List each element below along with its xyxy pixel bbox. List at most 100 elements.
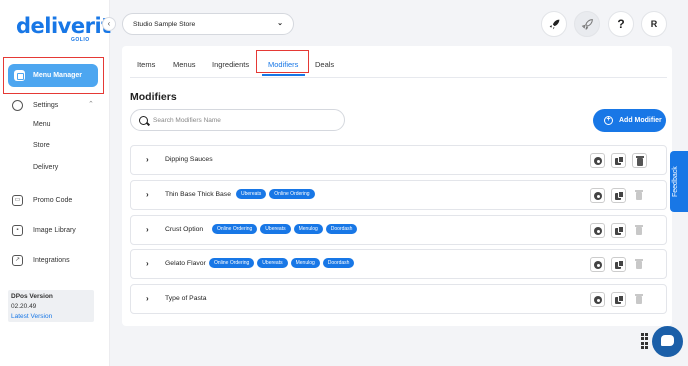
chevron-right-icon[interactable]: › — [146, 225, 149, 234]
sidebar-item-promo-code[interactable]: ▭ Promo Code — [12, 195, 72, 206]
settings-button[interactable] — [590, 292, 605, 307]
copy-icon-front — [618, 260, 624, 267]
settings-button[interactable] — [590, 223, 605, 238]
collapse-sidebar-button[interactable]: ‹ — [102, 17, 116, 31]
brand-logo[interactable]: deliverit — [16, 14, 111, 38]
copy-button[interactable] — [611, 223, 626, 238]
integrations-icon: ↗ — [12, 255, 23, 266]
channel-tag: Online Ordering — [212, 224, 258, 234]
channel-tag: Ubereats — [260, 224, 291, 234]
channel-tags: Ubereats Online Ordering — [236, 189, 315, 199]
channel-tag: Online Ordering — [209, 258, 255, 268]
tab-deals[interactable]: Deals — [315, 60, 334, 69]
menu-book-icon — [14, 70, 25, 81]
feedback-tab[interactable]: Feedback — [670, 151, 688, 212]
list-item[interactable]: › Type of Pasta — [130, 284, 667, 314]
help-button[interactable]: ? — [608, 11, 634, 37]
copy-icon-front — [618, 226, 624, 233]
grid-dots-icon[interactable] — [641, 333, 648, 349]
settings-button[interactable] — [590, 188, 605, 203]
settings-button[interactable] — [590, 257, 605, 272]
sidebar-item-label: Promo Code — [33, 197, 73, 204]
trash-icon — [636, 192, 642, 200]
chevron-right-icon[interactable]: › — [146, 259, 149, 268]
sidebar-subitem-menu[interactable]: Menu — [33, 121, 51, 128]
channel-tags: Online Ordering Ubereats Menulog Doordas… — [212, 224, 358, 234]
copy-button[interactable] — [611, 188, 626, 203]
sidebar-item-settings[interactable]: Settings — [12, 100, 58, 111]
search-input[interactable] — [153, 116, 333, 124]
store-select[interactable]: Studio Sample Store ⌄ — [122, 13, 294, 35]
plus-icon: + — [604, 116, 613, 125]
list-item[interactable]: › Gelato Flavor Online Ordering Ubereats… — [130, 249, 667, 279]
store-select-value: Studio Sample Store — [133, 20, 196, 28]
copy-button[interactable] — [611, 153, 626, 168]
page-title: Modifiers — [130, 91, 177, 103]
add-modifier-button[interactable]: + Add Modifier — [593, 109, 666, 132]
brand-sub-logo: GOLIO — [71, 37, 90, 43]
gear-icon — [594, 192, 602, 200]
delete-button[interactable] — [632, 292, 647, 307]
search-icon — [139, 115, 148, 125]
tab-ingredients[interactable]: Ingredients — [212, 60, 249, 69]
chevron-down-icon: ⌄ — [277, 20, 283, 27]
chevron-right-icon[interactable]: › — [146, 190, 149, 199]
version-number: 02.20.49 — [11, 303, 37, 310]
modifier-name: Dipping Sauces — [165, 156, 213, 163]
copy-icon-front — [618, 156, 624, 163]
sidebar-item-label: Menu Manager — [33, 72, 83, 79]
rocket-icon — [549, 19, 559, 29]
sidebar-item-image-library[interactable]: ▪ Image Library — [12, 225, 76, 236]
channel-tag: Online Ordering — [269, 189, 315, 199]
channel-tag: Menulog — [293, 224, 323, 234]
list-item[interactable]: › Crust Option Online Ordering Ubereats … — [130, 215, 667, 245]
modifier-name: Type of Pasta — [165, 295, 207, 302]
list-item[interactable]: › Dipping Sauces — [130, 145, 667, 175]
gear-icon — [12, 100, 23, 111]
rocket-button[interactable] — [541, 11, 567, 37]
tab-items[interactable]: Items — [137, 60, 155, 69]
tab-bar — [130, 52, 667, 78]
sidebar-item-label: Settings — [33, 102, 59, 109]
channel-tag: Doordash — [325, 224, 358, 234]
chat-button[interactable] — [652, 326, 683, 357]
sidebar-subitem-store[interactable]: Store — [33, 142, 50, 149]
channel-tag: Doordash — [322, 258, 355, 268]
active-tab-indicator — [262, 74, 305, 76]
version-label: DPos Version — [11, 293, 53, 300]
modifier-name: Gelato Flavor — [165, 260, 206, 267]
delete-button[interactable] — [632, 188, 647, 203]
launch-button[interactable] — [574, 11, 600, 37]
channel-tag: Ubereats — [257, 258, 288, 268]
chevron-right-icon[interactable]: › — [146, 294, 149, 303]
trash-icon — [636, 296, 642, 304]
sidebar-item-label: Image Library — [33, 227, 76, 234]
tab-menus[interactable]: Menus — [173, 60, 196, 69]
trash-icon — [636, 227, 642, 235]
modifier-name: Crust Option — [165, 226, 204, 233]
sidebar-item-menu-manager[interactable]: Menu Manager — [8, 64, 98, 87]
copy-button[interactable] — [611, 292, 626, 307]
delete-button[interactable] — [632, 153, 647, 168]
copy-button[interactable] — [611, 257, 626, 272]
channel-tag: Ubereats — [236, 189, 267, 199]
latest-version-link[interactable]: Latest Version — [11, 313, 52, 320]
chevron-up-icon[interactable]: ⌃ — [88, 100, 94, 108]
rocket-outline-icon — [581, 18, 593, 30]
avatar[interactable]: R — [641, 11, 667, 37]
list-item[interactable]: › Thin Base Thick Base Ubereats Online O… — [130, 180, 667, 210]
gear-icon — [594, 227, 602, 235]
channel-tag: Menulog — [290, 258, 320, 268]
trash-icon — [637, 158, 643, 166]
copy-icon-front — [618, 295, 624, 302]
sidebar-item-integrations[interactable]: ↗ Integrations — [12, 255, 70, 266]
modifier-name: Thin Base Thick Base — [165, 191, 231, 198]
add-modifier-label: Add Modifier — [619, 117, 662, 124]
sidebar-subitem-delivery[interactable]: Delivery — [33, 164, 58, 171]
delete-button[interactable] — [632, 257, 647, 272]
delete-button[interactable] — [632, 223, 647, 238]
trash-icon — [636, 261, 642, 269]
settings-button[interactable] — [590, 153, 605, 168]
chevron-right-icon[interactable]: › — [146, 155, 149, 164]
search-field[interactable] — [130, 109, 345, 131]
